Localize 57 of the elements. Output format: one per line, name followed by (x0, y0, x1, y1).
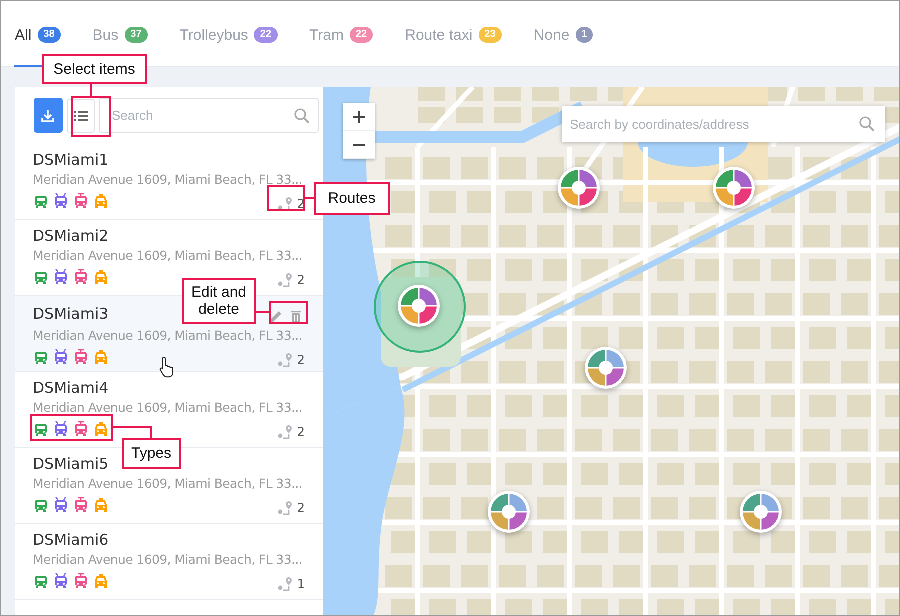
route-icon (277, 272, 294, 288)
route-icon (277, 196, 294, 212)
stop-name: DSMiami5 (33, 454, 109, 474)
route-icon (277, 424, 294, 440)
stop-list-item[interactable]: DSMiami6 Meridian Avenue 1609, Miami Beach, FL 33... 1 (15, 524, 323, 600)
highlight-frame (71, 96, 111, 137)
download-icon (40, 108, 56, 124)
route-icon (277, 352, 294, 368)
pointer-cursor-icon (159, 356, 175, 378)
count-badge: 23 (478, 27, 502, 43)
stop-address: Meridian Avenue 1609, Miami Beach, FL 33... (33, 552, 304, 567)
route-icon (277, 500, 294, 516)
highlight-frame (269, 301, 308, 324)
stop-marker[interactable] (712, 166, 756, 210)
stop-name: DSMiami6 (33, 530, 109, 550)
count-badge: 22 (350, 27, 374, 43)
callout-tooltip: Types (122, 438, 181, 469)
zoom-out-button[interactable] (343, 131, 375, 159)
route-count: 2 (297, 501, 305, 515)
minus-icon (352, 144, 366, 146)
route-count: 2 (297, 425, 305, 439)
route-count: 1 (297, 577, 305, 591)
route-icon (277, 576, 294, 592)
count-badge: 22 (254, 27, 278, 43)
stop-address: Meridian Avenue 1609, Miami Beach, FL 33... (33, 400, 304, 415)
stop-marker[interactable] (487, 490, 531, 534)
count-badge: 38 (38, 27, 61, 43)
highlight-frame (267, 185, 305, 211)
stop-name: DSMiami4 (33, 378, 109, 398)
stop-name: DSMiami3 (33, 304, 109, 324)
stop-marker[interactable] (397, 284, 441, 328)
stop-marker[interactable] (739, 490, 783, 534)
stop-marker[interactable] (557, 166, 601, 210)
search-field[interactable]: Search (99, 98, 319, 133)
stop-address: Meridian Avenue 1609, Miami Beach, FL 33... (33, 172, 304, 187)
stop-name: DSMiami2 (33, 226, 109, 246)
stop-name: DSMiami1 (33, 150, 109, 170)
route-count: 2 (297, 273, 305, 287)
trash-icon (288, 309, 304, 325)
stop-address: Meridian Avenue 1609, Miami Beach, FL 33... (33, 328, 304, 343)
list-icon (74, 110, 88, 122)
count-badge: 1 (576, 27, 594, 43)
address-search-field[interactable]: Search by coordinates/address (562, 106, 885, 142)
callout-tooltip: Select items (42, 54, 147, 84)
plus-icon (352, 110, 366, 124)
search-icon (294, 108, 310, 124)
route-count: 2 (297, 353, 305, 367)
pencil-icon (268, 309, 284, 325)
callout-tooltip: Routes (314, 182, 390, 215)
download-button[interactable] (34, 98, 63, 133)
stop-address: Meridian Avenue 1609, Miami Beach, FL 33... (33, 248, 304, 263)
list-button[interactable] (66, 98, 95, 132)
zoom-in-button[interactable] (343, 103, 375, 131)
callout-tooltip: Edit and delete (182, 278, 256, 324)
stop-address: Meridian Avenue 1609, Miami Beach, FL 33... (33, 476, 304, 491)
search-icon (859, 116, 875, 132)
count-badge: 37 (124, 27, 148, 43)
